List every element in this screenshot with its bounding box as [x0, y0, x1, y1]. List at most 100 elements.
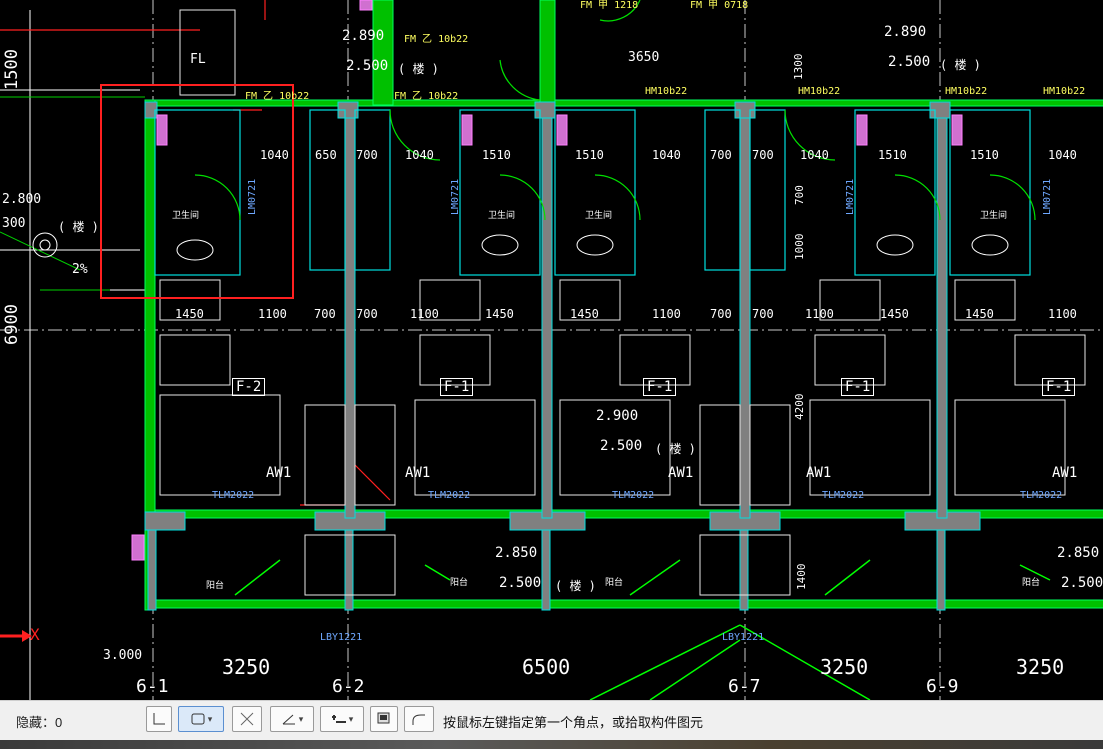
tlm-tag: TLM2022: [212, 490, 255, 501]
arc-icon: [412, 714, 425, 725]
elev-top-1: 2.890: [342, 28, 385, 44]
command-prompt: 按鼠标左键指定第一个角点，或拾取构件图元: [443, 716, 704, 731]
aw-tag: AW1: [405, 465, 431, 481]
chevron-down-icon: ▾: [348, 713, 354, 724]
room-label: 阳台: [206, 581, 225, 591]
dim-row2: 1100: [805, 307, 834, 321]
dim-row2: 1450: [485, 307, 514, 321]
top-dim-1300: 1300: [792, 53, 805, 81]
rectangle-icon: [191, 713, 205, 725]
elev-top-suffix-2: ( 楼 ): [940, 58, 981, 72]
bottom-dim: 3250: [1016, 655, 1065, 679]
display-button[interactable]: [370, 706, 398, 732]
dim-row1: 700: [752, 148, 774, 162]
elev-left-1: 2.800: [2, 192, 42, 207]
room-label: 卫生间: [980, 211, 1008, 221]
elev-low: 2.500: [499, 575, 542, 591]
dim-row2: 700: [314, 307, 336, 321]
dim-row2: 1100: [1048, 307, 1077, 321]
left-dim-6900: 6900: [2, 304, 22, 345]
elev-top-4: 2.500: [888, 54, 931, 70]
offset-button[interactable]: ▾: [320, 706, 364, 732]
fm-tag-2: FM 乙 10b22: [245, 91, 310, 102]
slope-label: 2%: [72, 262, 88, 277]
dim-row1: 1040: [652, 148, 681, 162]
cad-drawing-canvas[interactable]: X 1500 6900 2.800 300 ( 楼 ) 2% 3.000 FL …: [0, 0, 1103, 700]
axis-label: 6-2: [332, 676, 365, 697]
fm-tag-4: FM 甲 1218: [580, 0, 639, 11]
tlm-tag: TLM2022: [822, 490, 865, 501]
fm-tag-1: FM 乙 10b22: [404, 34, 469, 45]
corner-icon: [153, 713, 165, 725]
arc-button[interactable]: [404, 706, 434, 732]
lm-tag: LM0721: [845, 178, 856, 215]
elev-mid: 2.900: [596, 408, 639, 424]
cross-select-button[interactable]: [232, 706, 262, 732]
elev-mid: 2.500: [600, 438, 643, 454]
aw-tag: AW1: [1052, 465, 1078, 481]
axis-x-label: X: [30, 625, 40, 644]
dim-row1: 1510: [575, 148, 604, 162]
display-icon: [377, 712, 390, 724]
room-tag: F-1: [1042, 378, 1076, 396]
dim-row2: 1100: [410, 307, 439, 321]
bottom-dim: 3250: [222, 655, 271, 679]
tlm-tag: TLM2022: [428, 490, 471, 501]
lm-tag: LM0721: [450, 178, 461, 215]
cross-icon: [240, 712, 254, 726]
tlm-tag: TLM2022: [1020, 490, 1063, 501]
dim-row2: 1450: [880, 307, 909, 321]
tlm-tag: TLM2022: [612, 490, 655, 501]
axis-label: 6-7: [728, 676, 761, 697]
chevron-down-icon: ▾: [207, 713, 213, 724]
aw-tag: AW1: [668, 465, 694, 481]
angle-button[interactable]: ▾: [270, 706, 314, 732]
room-label: 阳台: [450, 578, 469, 588]
dim-row1: 700: [710, 148, 732, 162]
hm-tag-2: HM10b22: [798, 86, 841, 97]
axis-label: 6-9: [926, 676, 959, 697]
aw-tag: AW1: [266, 465, 292, 481]
dim-row2: 1450: [175, 307, 204, 321]
lby-tag: LBY1221: [722, 632, 765, 643]
fm-tag-5: FM 甲 0718: [690, 0, 749, 11]
hm-tag-3: HM10b22: [945, 86, 988, 97]
room-label: 阳台: [605, 578, 624, 588]
dim-row1: 1510: [970, 148, 999, 162]
chevron-down-icon: ▾: [298, 713, 304, 724]
room-label: 卫生间: [488, 211, 516, 221]
dim-row1: 1510: [482, 148, 511, 162]
aw-tag: AW1: [806, 465, 832, 481]
bottom-dim: 3250: [820, 655, 869, 679]
elev-top-2: 2.500: [346, 58, 389, 74]
dim-row1: 700: [356, 148, 378, 162]
elev-low-suffix: ( 楼 ): [555, 579, 596, 593]
axis-label: 6-1: [136, 676, 169, 697]
top-dim-3650: 3650: [628, 50, 660, 65]
dim-row1: 1040: [800, 148, 829, 162]
offset-icon: [331, 715, 346, 723]
elev-low: 2.850: [495, 545, 538, 561]
dim-row1: 1040: [405, 148, 434, 162]
dim-row1: 1040: [1048, 148, 1077, 162]
orthogonal-button[interactable]: [146, 706, 172, 732]
elev-top-3: 2.890: [884, 24, 927, 40]
angle-icon: [282, 714, 295, 725]
elev-low: 2.500: [1061, 575, 1103, 591]
elev-left-3: 3.000: [103, 648, 143, 663]
hm-tag-4: HM10b22: [1043, 86, 1086, 97]
dim-row1: 1510: [878, 148, 907, 162]
dim-row1: 1040: [260, 148, 289, 162]
rectangle-select-button[interactable]: ▾: [178, 706, 224, 732]
hm-tag-1: HM10b22: [645, 86, 688, 97]
elev-left-suffix: ( 楼 ): [58, 220, 99, 234]
room-tag: F-1: [841, 378, 875, 396]
fm-tag-3: FM 乙 10b22: [394, 91, 459, 102]
dim-row2: 1100: [652, 307, 681, 321]
dim-vertical: 700: [793, 185, 806, 205]
fl-label: FL: [190, 52, 206, 67]
dim-row2: 700: [752, 307, 774, 321]
lby-tag: LBY1221: [320, 632, 363, 643]
dim-vertical: 1400: [795, 563, 808, 591]
room-label: 卫生间: [585, 211, 613, 221]
